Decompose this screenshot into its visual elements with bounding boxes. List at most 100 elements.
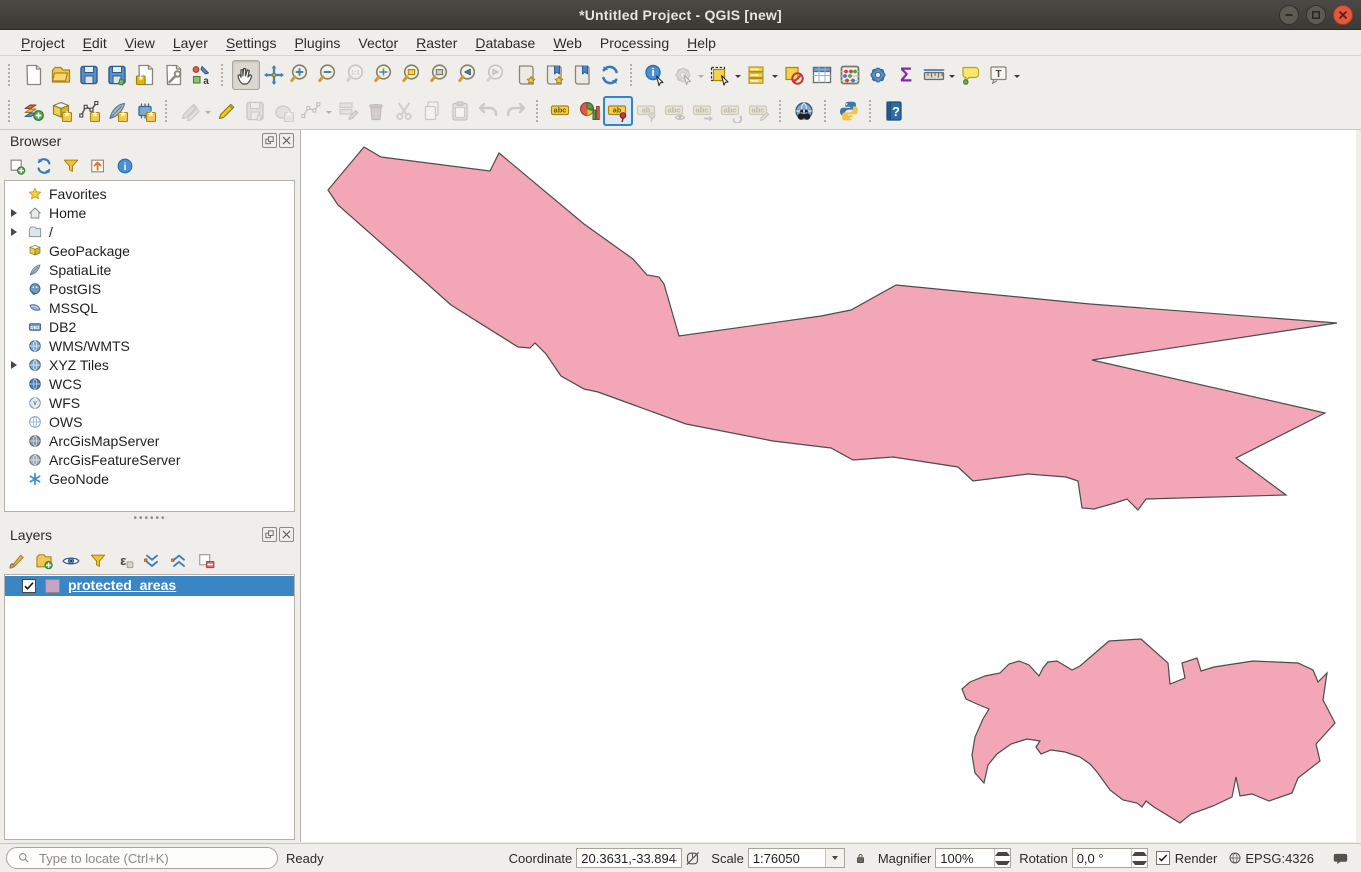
magnifier-up-button[interactable]	[995, 849, 1010, 858]
add-selected-layers-button[interactable]	[6, 155, 28, 177]
current-edits-button[interactable]	[176, 96, 213, 126]
browser-item-spatialite[interactable]: SpatiaLite	[5, 260, 294, 279]
zoom-out-button[interactable]	[316, 60, 344, 90]
minimize-button[interactable]	[1279, 5, 1299, 25]
browser-item-postgis[interactable]: PostGIS	[5, 279, 294, 298]
menu-raster[interactable]: Raster	[407, 32, 466, 54]
new-spatialite-layer-button[interactable]: *	[103, 96, 131, 126]
scale-dropdown-button[interactable]	[825, 849, 844, 867]
paste-features-button[interactable]	[446, 96, 474, 126]
toolbar-handle[interactable]	[779, 100, 785, 122]
processing-options-button[interactable]	[864, 60, 892, 90]
browser-item-arcgismapserver[interactable]: ArcGisMapServer	[5, 431, 294, 450]
dropdown-arrow-icon[interactable]	[1014, 75, 1020, 81]
toolbar-handle[interactable]	[221, 64, 227, 86]
statistical-summary-button[interactable]: Σ	[892, 60, 920, 90]
menu-plugins[interactable]: Plugins	[285, 32, 349, 54]
browser-close-button[interactable]	[279, 133, 294, 148]
zoom-last-button[interactable]	[456, 60, 484, 90]
select-features-button[interactable]	[706, 60, 743, 90]
undo-button[interactable]	[474, 96, 502, 126]
zoom-full-button[interactable]	[372, 60, 400, 90]
show-hide-labels-button[interactable]: abc	[661, 96, 689, 126]
crs-status[interactable]: EPSG:4326	[1245, 851, 1314, 866]
toolbar-handle[interactable]	[630, 64, 636, 86]
enable-properties-widget-button[interactable]: i	[114, 155, 136, 177]
dropdown-arrow-icon[interactable]	[326, 111, 332, 117]
toolbar-handle[interactable]	[536, 100, 542, 122]
select-by-form-button[interactable]	[743, 60, 780, 90]
zoom-to-layer-button[interactable]	[428, 60, 456, 90]
dropdown-arrow-icon[interactable]	[735, 75, 741, 81]
rotation-spinbox[interactable]	[1072, 848, 1148, 868]
measure-line-button[interactable]	[920, 60, 957, 90]
change-label-button[interactable]: abc	[745, 96, 773, 126]
new-geopackage-layer-button[interactable]: *	[47, 96, 75, 126]
scale-input[interactable]	[749, 849, 825, 867]
style-manager-button[interactable]: a	[187, 60, 215, 90]
dropdown-arrow-icon[interactable]	[949, 75, 955, 81]
new-spatial-bookmark-button[interactable]	[512, 60, 540, 90]
browser-item--[interactable]: /	[5, 222, 294, 241]
zoom-in-button[interactable]	[288, 60, 316, 90]
menu-vector[interactable]: Vector	[349, 32, 407, 54]
panel-splitter[interactable]: ••••••	[0, 513, 300, 524]
rotation-up-button[interactable]	[1132, 849, 1147, 858]
save-project-button[interactable]	[75, 60, 103, 90]
coordinate-input[interactable]	[576, 848, 682, 868]
remove-layer-button[interactable]	[195, 550, 217, 572]
browser-item-db2[interactable]: DB2DB2	[5, 317, 294, 336]
browser-item-wcs[interactable]: WCS	[5, 374, 294, 393]
new-print-layout-button[interactable]: *	[131, 60, 159, 90]
map-canvas[interactable]	[300, 130, 1356, 842]
expand-arrow-icon[interactable]	[11, 361, 21, 369]
menu-view[interactable]: View	[116, 32, 164, 54]
show-bookmark-manager-button[interactable]	[568, 60, 596, 90]
scale-combobox[interactable]	[748, 848, 845, 868]
filter-browser-button[interactable]	[60, 155, 82, 177]
modify-attributes-selected-button[interactable]	[334, 96, 362, 126]
zoom-to-selection-button[interactable]	[400, 60, 428, 90]
show-spatial-bookmarks-button[interactable]	[540, 60, 568, 90]
help-contents-button[interactable]: ?	[880, 96, 908, 126]
manage-map-themes-button[interactable]	[60, 550, 82, 572]
locate-search[interactable]	[6, 847, 278, 869]
browser-item-mssql[interactable]: MSSQL	[5, 298, 294, 317]
metasearch-button[interactable]	[790, 96, 818, 126]
menu-project[interactable]: Project	[12, 32, 74, 54]
open-project-button[interactable]	[47, 60, 75, 90]
text-annotation-button[interactable]: T	[985, 60, 1022, 90]
locate-input[interactable]	[39, 851, 269, 866]
zoom-native-button[interactable]: 1:1	[344, 60, 372, 90]
refresh-map-button[interactable]	[596, 60, 624, 90]
open-data-source-manager-button[interactable]	[19, 96, 47, 126]
rotation-input[interactable]	[1073, 849, 1131, 867]
pan-map-button[interactable]	[232, 60, 260, 90]
new-temporary-scratch-layer-button[interactable]: *	[131, 96, 159, 126]
pan-to-selection-button[interactable]	[260, 60, 288, 90]
menu-help[interactable]: Help	[678, 32, 725, 54]
browser-item-wfs[interactable]: VWFS	[5, 393, 294, 412]
browser-item-geopackage[interactable]: GeoPackage	[5, 241, 294, 260]
browser-item-wms-wmts[interactable]: WMS/WMTS	[5, 336, 294, 355]
toolbar-handle[interactable]	[165, 100, 171, 122]
browser-item-xyz-tiles[interactable]: XYZ Tiles	[5, 355, 294, 374]
browser-item-favorites[interactable]: Favorites	[5, 184, 294, 203]
pin-unpin-labels-button[interactable]: ab	[633, 96, 661, 126]
run-feature-action-button[interactable]	[669, 60, 706, 90]
rotation-down-button[interactable]	[1132, 858, 1147, 867]
layer-item-protected_areas[interactable]: protected_areas	[5, 576, 294, 596]
python-console-button[interactable]	[835, 96, 863, 126]
browser-item-ows[interactable]: OWS	[5, 412, 294, 431]
menu-settings[interactable]: Settings	[217, 32, 286, 54]
menu-edit[interactable]: Edit	[74, 32, 116, 54]
toolbar-handle[interactable]	[869, 100, 875, 122]
move-label-button[interactable]: abc	[689, 96, 717, 126]
new-project-button[interactable]	[19, 60, 47, 90]
expand-arrow-icon[interactable]	[11, 228, 21, 236]
browser-item-arcgisfeatureserver[interactable]: ArcGisFeatureServer	[5, 450, 294, 469]
messages-icon[interactable]	[1332, 850, 1349, 867]
layer-diagram-options-button[interactable]	[575, 96, 603, 126]
save-layer-edits-button[interactable]	[241, 96, 269, 126]
new-shapefile-layer-button[interactable]: *	[75, 96, 103, 126]
